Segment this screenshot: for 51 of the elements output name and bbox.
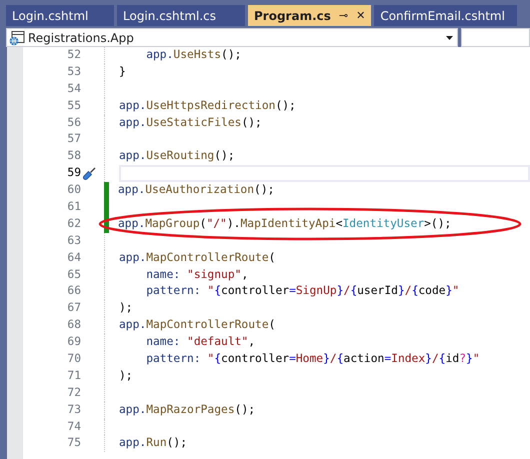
line-number: 71 <box>66 368 81 384</box>
code-line: name: "signup", <box>145 268 248 281</box>
code-line: pattern: "{controller=SignUp}/{userId}/{code}" <box>145 284 460 298</box>
line-number: 58 <box>66 148 81 164</box>
screwdriver-icon[interactable] <box>82 166 96 181</box>
code-line: app.UseRouting(); <box>119 149 235 162</box>
file-tab[interactable]: Login.cshtml <box>6 5 114 26</box>
code-line: ); <box>119 301 133 314</box>
line-number: 55 <box>66 98 81 114</box>
code-line: app.UseHttpsRedirection(); <box>119 98 296 112</box>
line-number: 65 <box>66 266 81 283</box>
line-number: 53 <box>66 64 81 80</box>
project-dropdown[interactable]: Registrations.App <box>6 28 458 47</box>
file-tab[interactable]: ConfirmEmail.cshtml <box>374 5 517 26</box>
line-number: 73 <box>66 402 81 418</box>
code-line: app.Run(); <box>119 436 188 450</box>
line-number: 67 <box>66 300 81 316</box>
file-tab[interactable]: Program.cs ⊸ ✕ <box>248 5 372 26</box>
line-number: 64 <box>66 250 81 266</box>
line-number: 52 <box>66 47 81 63</box>
close-icon[interactable]: ✕ <box>356 9 366 22</box>
code-line: app.MapControllerRoute( <box>119 250 276 264</box>
line-number: 74 <box>66 418 81 435</box>
code-line: name: "default", <box>145 335 256 348</box>
line-number: 63 <box>66 232 81 249</box>
code-line: } <box>119 64 126 78</box>
line-number: 66 <box>66 283 81 300</box>
line-number: 61 <box>66 199 81 216</box>
code-line: app.MapGroup("/").MapIdentityApi<IdentityUser>(); <box>118 216 452 230</box>
file-tab[interactable]: Login.cshtml.cs <box>117 5 245 26</box>
code-line: app.UseStaticFiles(); <box>119 116 262 129</box>
line-number: 54 <box>66 80 81 97</box>
caret-icon <box>446 36 453 40</box>
line-number: 57 <box>66 131 81 148</box>
code-line: pattern: "{controller=Home}/{action=Index}/{id?}" <box>145 352 480 366</box>
line-number: 62 <box>66 216 81 232</box>
line-number: 60 <box>66 182 81 198</box>
line-number: 75 <box>66 435 81 452</box>
line-number: 69 <box>66 334 81 350</box>
line-number: 56 <box>66 114 81 131</box>
pin-icon[interactable]: ⊸ <box>338 9 348 22</box>
code-line: app.UseAuthorization(); <box>118 183 274 196</box>
code-line: app.MapControllerRoute( <box>119 318 276 332</box>
line-number: 68 <box>66 317 81 334</box>
project-icon <box>9 30 25 46</box>
line-number: 72 <box>66 384 81 401</box>
code-line: ); <box>119 368 133 382</box>
code-line: app.UseHsts(); <box>145 48 242 61</box>
line-number: 59 <box>66 165 81 182</box>
code-line: app.MapRazorPages(); <box>119 402 256 416</box>
line-number: 70 <box>66 351 81 368</box>
